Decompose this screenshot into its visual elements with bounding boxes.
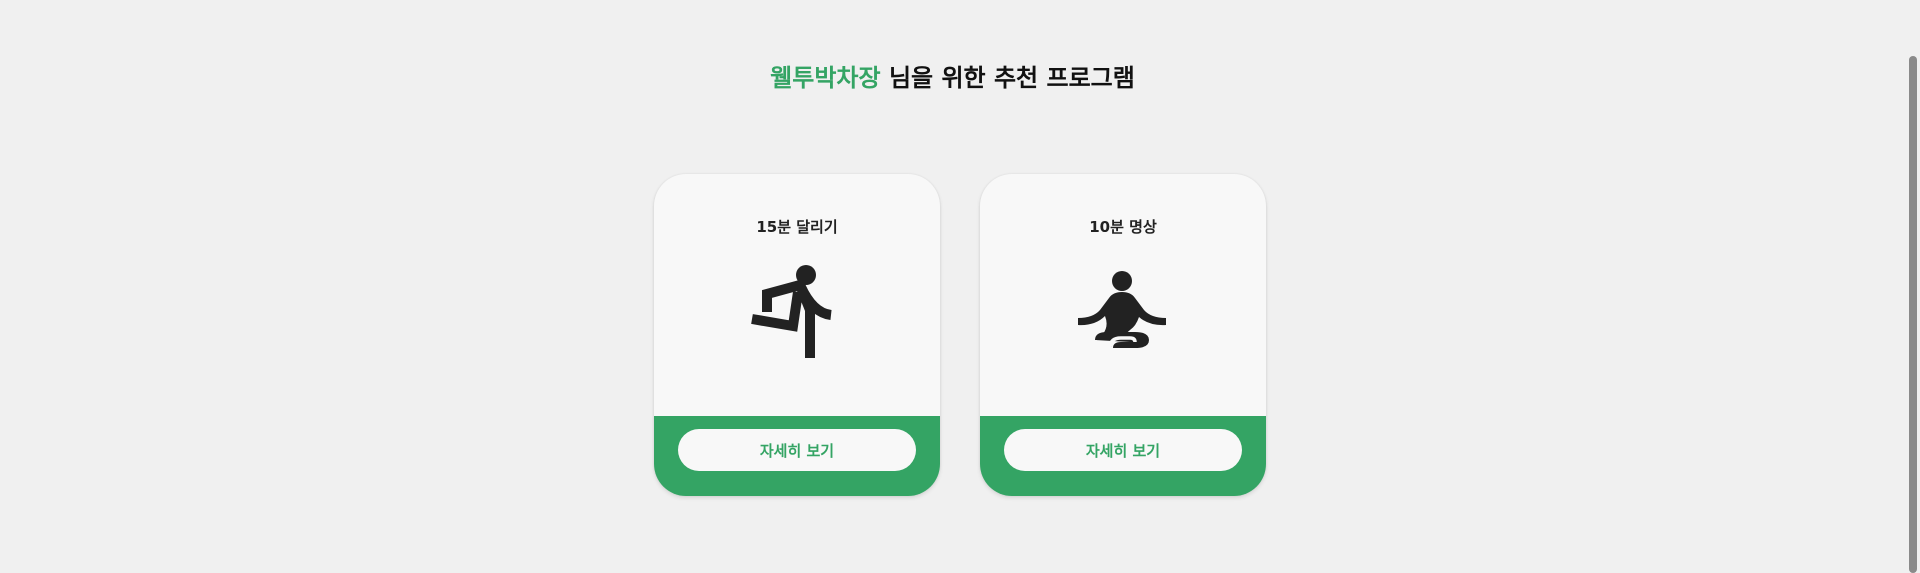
program-card-running: 15분 달리기 자세히 보기 (654, 174, 940, 496)
user-name: 웰투박차장 (770, 64, 881, 92)
title-suffix: 님을 위한 추천 프로그램 (888, 64, 1135, 92)
scrollbar-thumb[interactable] (1909, 56, 1917, 573)
details-button[interactable]: 자세히 보기 (1004, 429, 1242, 471)
page-title: 웰투박차장 님을 위한 추천 프로그램 (0, 58, 1905, 93)
card-footer: 자세히 보기 (654, 416, 940, 496)
card-footer: 자세히 보기 (980, 416, 1266, 496)
program-title: 15분 달리기 (756, 218, 838, 236)
running-person-icon (747, 258, 847, 358)
program-title: 10분 명상 (1089, 218, 1157, 236)
vertical-scrollbar[interactable] (1905, 0, 1920, 573)
details-button[interactable]: 자세히 보기 (678, 429, 916, 471)
meditation-person-icon (1073, 258, 1173, 358)
program-card-list: 15분 달리기 자세히 보기 10분 명상 자세히 보기 (654, 174, 1266, 496)
program-card-meditation: 10분 명상 자세히 보기 (980, 174, 1266, 496)
